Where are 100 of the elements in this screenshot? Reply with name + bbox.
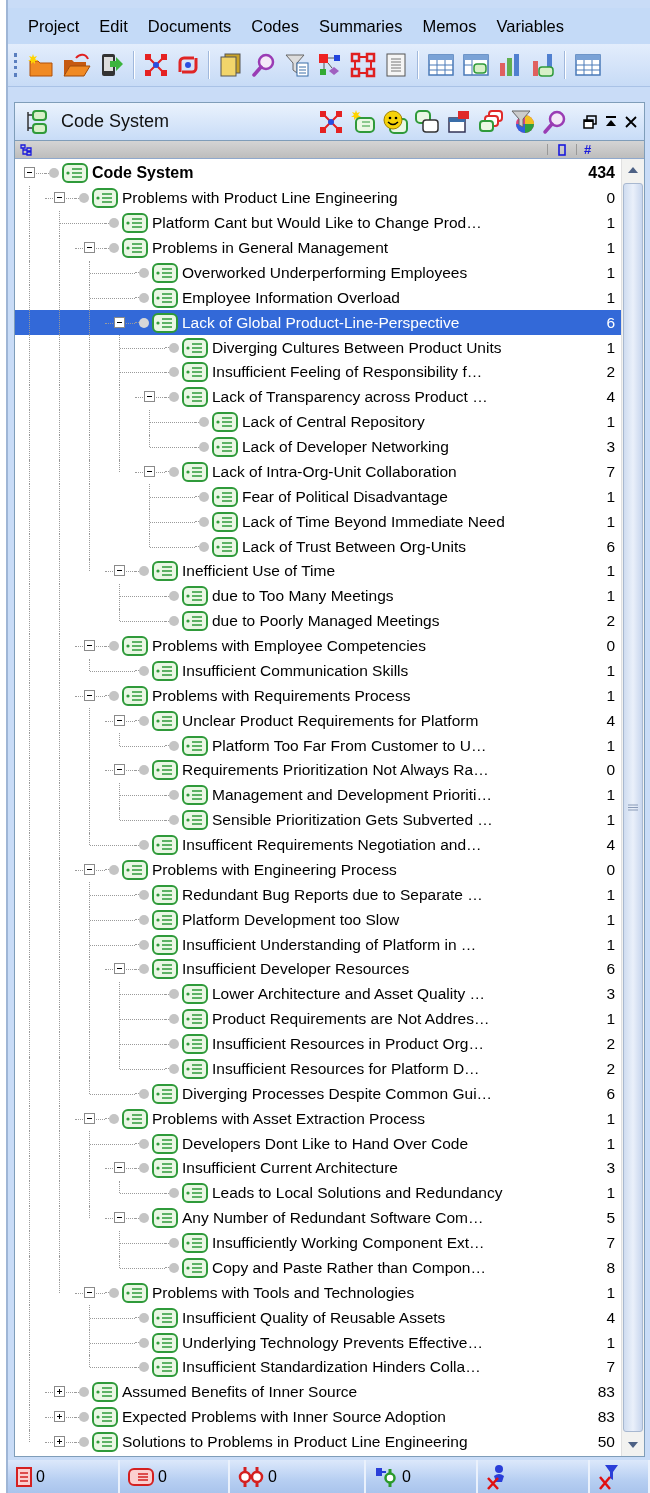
filter-x-icon[interactable] bbox=[598, 1463, 620, 1490]
tree-toggle[interactable] bbox=[114, 963, 125, 975]
tree-row[interactable]: Insufficient Standardization Hinders Colla… 7 bbox=[15, 1355, 621, 1380]
tree-row[interactable]: Platform Cant but Would Like to Change Prod… 1 bbox=[15, 210, 621, 236]
tree-row[interactable]: Lack of Developer Networking 3 bbox=[15, 434, 621, 460]
tree-row[interactable]: Copy and Paste Rather than Compon… 8 bbox=[15, 1255, 621, 1281]
tree-toggle[interactable] bbox=[114, 764, 125, 776]
tree-toggle[interactable] bbox=[84, 863, 95, 875]
documents-icon[interactable] bbox=[218, 52, 244, 78]
tree-row[interactable]: Underlying Technology Prevents Effective… 1 bbox=[15, 1330, 621, 1355]
document-icon[interactable] bbox=[16, 1466, 32, 1487]
tree-row[interactable]: Inefficient Use of Time 1 bbox=[15, 559, 621, 584]
tree-row[interactable]: Problems with Engineering Process 0 bbox=[15, 857, 621, 883]
linked-circles-icon[interactable] bbox=[238, 1465, 264, 1488]
tree-toggle[interactable] bbox=[144, 391, 155, 403]
tree-row[interactable]: Any Number of Redundant Software Com… 5 bbox=[15, 1205, 621, 1231]
window-export-icon[interactable] bbox=[446, 108, 472, 135]
tree-row[interactable]: Lack of Trust Between Org-Units 6 bbox=[15, 534, 621, 559]
tree-toggle[interactable] bbox=[114, 565, 125, 577]
menu-item[interactable]: Project bbox=[18, 16, 90, 36]
smiley-code-icon[interactable] bbox=[382, 108, 408, 135]
tree-toggle[interactable] bbox=[114, 316, 125, 328]
new-folder-icon[interactable] bbox=[27, 52, 55, 78]
tree-row[interactable]: Management and Development Prioriti… 1 bbox=[15, 782, 621, 808]
tree-row[interactable]: Unclear Product Requirements for Platform 4 bbox=[15, 708, 621, 734]
tree-toggle[interactable] bbox=[54, 1411, 65, 1423]
search-icon[interactable] bbox=[251, 52, 277, 78]
tree-toggle[interactable] bbox=[54, 1436, 65, 1448]
tree-toggle[interactable] bbox=[84, 242, 95, 254]
tree-row[interactable]: Solutions to Problems in Product Line Engineering 50 bbox=[15, 1429, 621, 1455]
table-icon[interactable] bbox=[427, 52, 455, 78]
tree-row[interactable]: Platform Development too Slow 1 bbox=[15, 907, 621, 933]
scrollbar-thumb[interactable] bbox=[623, 183, 643, 1432]
tree-row[interactable]: Lack of Intra-Org-Unit Collaboration 7 bbox=[15, 459, 621, 485]
menu-item[interactable]: Variables bbox=[486, 16, 575, 36]
tree-toggle[interactable] bbox=[114, 714, 125, 726]
tree-row[interactable]: Overworked Underperforming Employees 1 bbox=[15, 260, 621, 286]
tree-row[interactable]: Product Requirements are Not Addres… 1 bbox=[15, 1006, 621, 1032]
tree-row[interactable]: Insufficient Quality of Reusable Assets 4 bbox=[15, 1305, 621, 1331]
tree-row[interactable]: Problems with Employee Competencies 0 bbox=[15, 633, 621, 659]
tree-row[interactable]: Expected Problems with Inner Source Adoption 83 bbox=[15, 1404, 621, 1430]
tree-toggle[interactable] bbox=[114, 1162, 125, 1174]
phone-export-icon[interactable] bbox=[99, 52, 125, 78]
filter-document-icon[interactable] bbox=[284, 52, 310, 78]
tree-row[interactable]: Employee Information Overload 1 bbox=[15, 285, 621, 311]
open-folder-icon[interactable] bbox=[62, 52, 92, 78]
tree-row[interactable]: due to Poorly Managed Meetings 2 bbox=[15, 608, 621, 634]
table-code-icon[interactable] bbox=[462, 52, 490, 78]
tree-row[interactable]: Diverging Processes Despite Common Gui… 6 bbox=[15, 1081, 621, 1107]
tree-row[interactable]: Assumed Benefits of Inner Source 83 bbox=[15, 1379, 621, 1405]
tree-row[interactable]: Problems with Asset Extraction Process 1 bbox=[15, 1106, 621, 1132]
tree-row[interactable]: Developers Dont Like to Hand Over Code 1 bbox=[15, 1131, 621, 1156]
tree-row[interactable]: Insufficiently Working Component Ext… 7 bbox=[15, 1230, 621, 1256]
menu-item[interactable]: Documents bbox=[137, 16, 242, 36]
close-icon[interactable] bbox=[624, 114, 638, 129]
tree-toggle[interactable] bbox=[114, 1212, 125, 1224]
tree-toggle[interactable] bbox=[84, 640, 95, 652]
code-relations-icon[interactable] bbox=[350, 52, 376, 78]
menu-item[interactable]: Memos bbox=[412, 16, 487, 36]
tree-icon[interactable] bbox=[20, 143, 32, 156]
tree-row[interactable]: Problems with Tools and Technologies 1 bbox=[15, 1280, 621, 1306]
tree-row[interactable]: Leads to Local Solutions and Redundancy 1 bbox=[15, 1180, 621, 1206]
tree-row[interactable]: Redundant Bug Reports due to Separate … 1 bbox=[15, 882, 621, 908]
column-square-icon[interactable] bbox=[557, 143, 567, 156]
search-icon[interactable] bbox=[542, 108, 568, 135]
tree-toggle[interactable] bbox=[24, 167, 35, 179]
tree-row[interactable]: Insufficent Requirements Negotiation and… 4 bbox=[15, 832, 621, 858]
tree-toggle[interactable] bbox=[54, 1386, 65, 1398]
column-header[interactable]: # bbox=[584, 142, 644, 157]
minimize-icon[interactable] bbox=[604, 114, 618, 129]
tree-row[interactable]: Lack of Central Repository 1 bbox=[15, 409, 621, 435]
table-icon[interactable] bbox=[574, 52, 602, 78]
tree-row[interactable]: Insufficient Communication Skills 1 bbox=[15, 658, 621, 684]
tree-row[interactable]: Lower Architecture and Asset Quality … 3 bbox=[15, 981, 621, 1007]
variable-link-icon[interactable] bbox=[374, 1465, 398, 1488]
stacked-codes-icon[interactable] bbox=[478, 108, 504, 135]
menu-item[interactable]: Summaries bbox=[308, 16, 413, 36]
tree-row[interactable]: Insufficient Understanding of Platform in … 1 bbox=[15, 932, 621, 957]
activate-codes-icon[interactable] bbox=[143, 52, 169, 78]
menu-item[interactable]: Codes bbox=[241, 16, 309, 36]
tree-row[interactable]: Insufficient Current Architecture 3 bbox=[15, 1156, 621, 1181]
bar-chart-code-icon[interactable] bbox=[530, 52, 556, 78]
tree-row[interactable]: Lack of Transparency across Product … 4 bbox=[15, 384, 621, 410]
tree-toggle[interactable] bbox=[144, 465, 155, 477]
tree-row[interactable]: Insufficient Developer Resources 6 bbox=[15, 957, 621, 982]
tree-toggle[interactable] bbox=[54, 192, 65, 204]
tree-row[interactable]: Diverging Cultures Between Product Units 1 bbox=[15, 335, 621, 360]
new-code-icon[interactable] bbox=[350, 108, 376, 135]
tree-row[interactable]: Problems in General Management 1 bbox=[15, 235, 621, 261]
tree-row[interactable]: Platform Too Far From Customer to U… 1 bbox=[15, 733, 621, 758]
tree-row[interactable]: Sensible Prioritization Gets Subverted … 1 bbox=[15, 807, 621, 833]
tree-toggle[interactable] bbox=[84, 689, 95, 701]
tree-toggle[interactable] bbox=[84, 1112, 95, 1124]
diagram-icon[interactable] bbox=[317, 52, 343, 78]
tree-row[interactable]: Fear of Political Disadvantage 1 bbox=[15, 484, 621, 510]
tree-row[interactable]: Problems with Product Line Engineering 0 bbox=[15, 185, 621, 211]
tree-row[interactable]: Insufficient Resources in Product Org… 2 bbox=[15, 1031, 621, 1057]
code-pair-icon[interactable] bbox=[414, 108, 440, 135]
activate-all-icon[interactable] bbox=[318, 108, 344, 135]
code-tag-icon[interactable] bbox=[128, 1466, 154, 1487]
